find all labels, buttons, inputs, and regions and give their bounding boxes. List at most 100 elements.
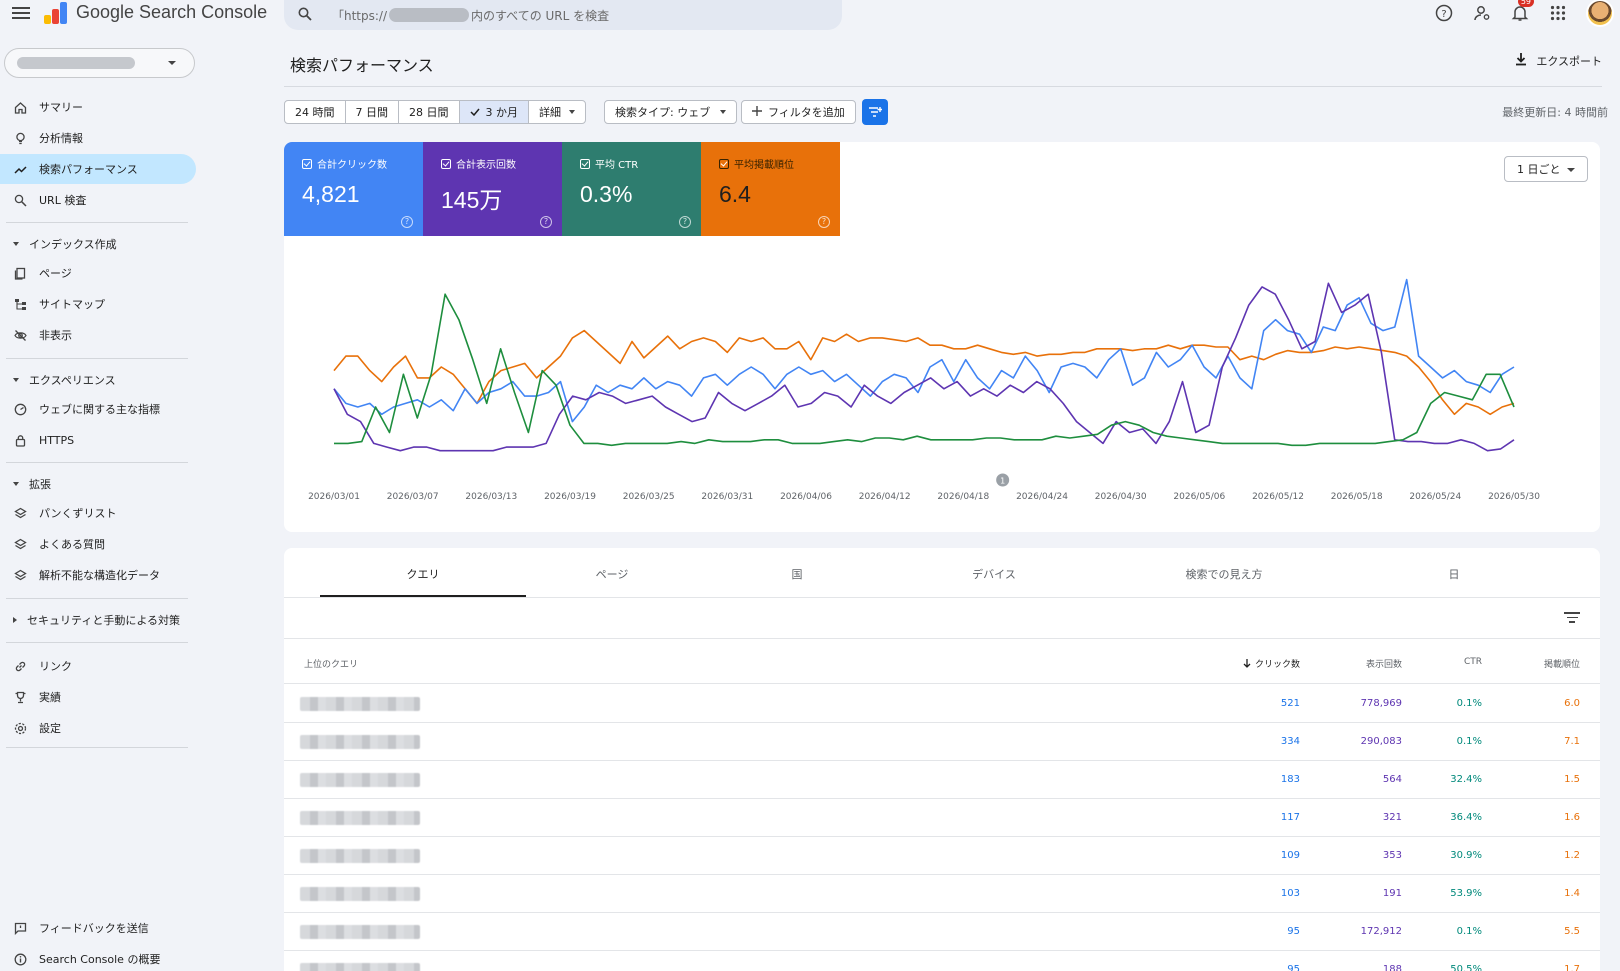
checkbox-icon: [580, 158, 590, 169]
section-label: セキュリティと手動による対策: [27, 614, 181, 627]
table-row[interactable]: 95 172,912 0.1% 5.5: [284, 913, 1600, 951]
sidebar-item-settings[interactable]: 設定: [0, 713, 196, 743]
sidebar-item-faq[interactable]: よくある質問: [0, 529, 196, 559]
cell-position: 1.2: [1564, 850, 1580, 861]
divider: [6, 642, 188, 643]
x-tick-label: 2026/03/25: [623, 492, 675, 502]
section-security[interactable]: セキュリティと手動による対策: [13, 612, 180, 628]
table-row[interactable]: 103 191 53.9% 1.4: [284, 875, 1600, 913]
sidebar-item-core-web-vitals[interactable]: ウェブに関する主な指標: [0, 394, 196, 424]
cell-ctr: 0.1%: [1456, 698, 1482, 709]
performance-chart-card: 合計クリック数 4,821 ? 合計表示回数 145万 ? 平均 CTR 0.3…: [284, 142, 1600, 532]
section-indexing[interactable]: インデックス作成: [13, 236, 117, 252]
sidebar-item-removals[interactable]: 非表示: [0, 320, 196, 350]
table-row[interactable]: 521 778,969 0.1% 6.0: [284, 685, 1600, 723]
metric-card-clicks[interactable]: 合計クリック数 4,821 ?: [284, 142, 423, 236]
column-header-ctr[interactable]: CTR: [1464, 657, 1482, 667]
x-tick-label: 2026/04/12: [859, 492, 911, 502]
caret-down-icon: [13, 378, 19, 382]
divider: [6, 462, 188, 463]
cell-position: 5.5: [1564, 926, 1580, 937]
date-range-custom[interactable]: 詳細: [529, 101, 585, 123]
menu-icon[interactable]: [12, 4, 30, 22]
cell-ctr: 53.9%: [1450, 888, 1482, 899]
sidebar-item-url-inspection[interactable]: URL 検査: [0, 185, 196, 215]
help-icon[interactable]: ?: [1434, 3, 1454, 23]
search-type-chip[interactable]: 検索タイプ: ウェブ: [604, 100, 738, 124]
cell-impressions: 321: [1382, 812, 1402, 823]
sidebar-item-summary[interactable]: サマリー: [0, 92, 196, 122]
date-range-3m[interactable]: 3 か月: [459, 101, 529, 123]
column-header-clicks[interactable]: クリック数: [1243, 657, 1300, 670]
x-tick-label: 2026/04/18: [937, 492, 989, 502]
sidebar-item-links[interactable]: リンク: [0, 651, 196, 681]
date-range-24h[interactable]: 24 時間: [285, 101, 346, 123]
annotation-marker[interactable]: 1: [996, 473, 1010, 487]
sidebar-item-search-performance[interactable]: 検索パフォーマンス: [0, 154, 196, 184]
table-row[interactable]: 334 290,083 0.1% 7.1: [284, 723, 1600, 761]
tab-devices[interactable]: デバイス: [924, 566, 1064, 582]
export-button[interactable]: エクスポート: [1514, 52, 1602, 69]
sidebar-item-feedback[interactable]: フィードバックを送信: [0, 913, 196, 943]
tab-dates[interactable]: 日: [1384, 566, 1524, 582]
metric-card-impressions[interactable]: 合計表示回数 145万 ?: [423, 142, 562, 236]
avatar[interactable]: [1586, 0, 1614, 27]
help-icon[interactable]: ?: [540, 216, 552, 228]
sidebar-item-about[interactable]: Search Console の概要: [0, 944, 196, 971]
metric-card-ctr[interactable]: 平均 CTR 0.3% ?: [562, 142, 701, 236]
filter-icon[interactable]: [1564, 612, 1580, 626]
notification-badge: 59: [1517, 0, 1534, 7]
metric-label-text: 合計クリック数: [317, 160, 387, 171]
filter-options-button[interactable]: [862, 99, 888, 125]
table-row[interactable]: 117 321 36.4% 1.6: [284, 799, 1600, 837]
x-tick-label: 2026/03/31: [701, 492, 753, 502]
cell-clicks: 117: [1280, 812, 1300, 823]
metric-label: 合計クリック数: [302, 156, 423, 171]
column-header-position[interactable]: 掲載順位: [1544, 657, 1580, 670]
date-range-28d[interactable]: 28 日間: [399, 101, 460, 123]
sidebar-item-https[interactable]: HTTPS: [0, 425, 196, 455]
table-row[interactable]: 95 188 50.5% 1.7: [284, 951, 1600, 971]
url-inspect-search-box[interactable]: 「https:// 内のすべての URL を検査: [284, 0, 842, 30]
sidebar-item-sitemaps[interactable]: サイトマップ: [0, 289, 196, 319]
cell-impressions: 353: [1382, 850, 1402, 861]
tab-queries[interactable]: クエリ: [320, 566, 526, 582]
tab-search-appearance[interactable]: 検索での見え方: [1124, 566, 1324, 582]
sidebar-item-insights[interactable]: 分析情報: [0, 123, 196, 153]
table-row[interactable]: 109 353 30.9% 1.2: [284, 837, 1600, 875]
help-icon[interactable]: ?: [679, 216, 691, 228]
help-icon[interactable]: ?: [401, 216, 413, 228]
add-filter-chip[interactable]: フィルタを追加: [741, 100, 856, 124]
notifications-icon[interactable]: 59: [1510, 0, 1534, 23]
table-row[interactable]: 183 564 32.4% 1.5: [284, 761, 1600, 799]
cell-clicks: 103: [1280, 888, 1300, 899]
section-experience[interactable]: エクスペリエンス: [13, 372, 116, 388]
property-selector[interactable]: [4, 48, 195, 78]
date-range-label: 詳細: [539, 106, 561, 119]
sidebar-item-label: ウェブに関する主な指標: [39, 403, 160, 416]
check-icon: [469, 106, 480, 119]
date-range-7d[interactable]: 7 日間: [346, 101, 399, 123]
metric-value: 6.4: [719, 181, 751, 207]
sidebar-item-unparsable-structured-data[interactable]: 解析不能な構造化データ: [0, 560, 196, 590]
logo[interactable]: Google Search Console: [44, 0, 267, 24]
column-header-query[interactable]: 上位のクエリ: [304, 657, 358, 670]
section-enhancements[interactable]: 拡張: [13, 476, 51, 492]
tab-countries[interactable]: 国: [742, 566, 852, 582]
column-header-impressions[interactable]: 表示回数: [1366, 657, 1402, 670]
metric-label: 平均掲載順位: [719, 156, 840, 171]
sidebar-item-label: パンくずリスト: [39, 507, 117, 520]
sidebar-item-breadcrumbs[interactable]: パンくずリスト: [0, 498, 196, 528]
granularity-select[interactable]: 1 日ごと: [1504, 156, 1588, 182]
help-icon[interactable]: ?: [818, 216, 830, 228]
layers-icon: [13, 537, 27, 551]
apps-grid-icon[interactable]: [1548, 3, 1568, 23]
metric-card-position[interactable]: 平均掲載順位 6.4 ?: [701, 142, 840, 236]
sidebar-item-achievements[interactable]: 実績: [0, 682, 196, 712]
chart-series-line-3: [334, 293, 1515, 447]
sidebar-item-pages[interactable]: ページ: [0, 258, 196, 288]
placeholder-suffix: 内のすべての URL を検査: [471, 8, 610, 23]
speedometer-icon: [13, 402, 27, 416]
account-settings-icon[interactable]: [1472, 3, 1492, 23]
tab-pages[interactable]: ページ: [542, 566, 682, 582]
